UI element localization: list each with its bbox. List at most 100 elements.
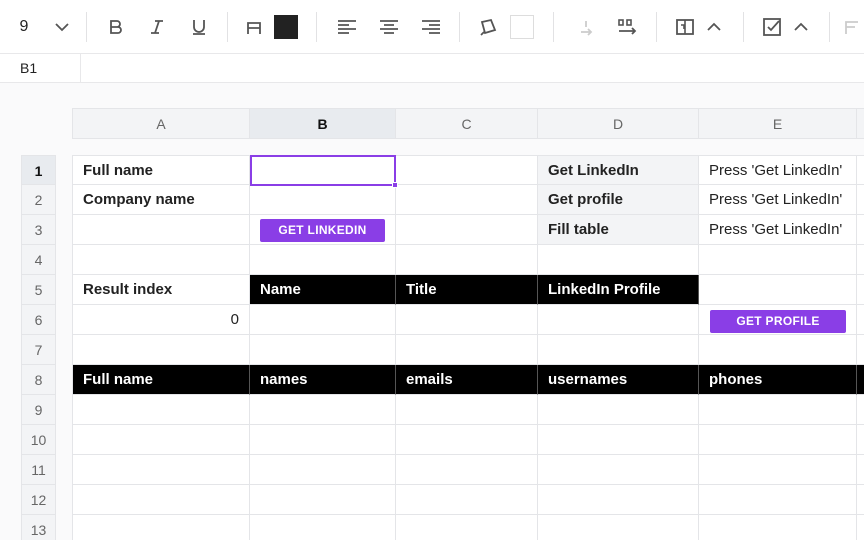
cell-b10[interactable]	[250, 425, 396, 455]
cell-d7[interactable]	[538, 335, 699, 365]
cell-c8[interactable]: emails	[396, 365, 538, 395]
checkbox-icon[interactable]	[758, 0, 786, 54]
border-color-swatch[interactable]	[509, 0, 535, 54]
cell-e7[interactable]	[699, 335, 857, 365]
cell-c6[interactable]	[396, 305, 538, 335]
cell-c5[interactable]: Title	[396, 275, 538, 305]
cell-c1[interactable]	[396, 155, 538, 185]
cell-d5[interactable]: LinkedIn Profile	[538, 275, 699, 305]
cell-d9[interactable]	[538, 395, 699, 425]
column-header-e[interactable]: E	[699, 108, 857, 139]
cell-a10[interactable]	[72, 425, 250, 455]
cell-f13[interactable]	[857, 515, 864, 540]
row-header-8[interactable]: 8	[21, 365, 56, 395]
cell-f1[interactable]	[857, 155, 864, 185]
row-header-5[interactable]: 5	[21, 275, 56, 305]
cell-a13[interactable]	[72, 515, 250, 540]
cell-d12[interactable]	[538, 485, 699, 515]
cell-f4[interactable]	[857, 245, 864, 275]
cell-e3[interactable]: Press 'Get LinkedIn'	[699, 215, 857, 245]
insert-row-icon[interactable]	[572, 0, 600, 54]
cell-f8[interactable]	[857, 365, 864, 395]
cell-c4[interactable]	[396, 245, 538, 275]
cell-b5[interactable]: Name	[250, 275, 396, 305]
cell-a7[interactable]	[72, 335, 250, 365]
cell-a12[interactable]	[72, 485, 250, 515]
cell-f11[interactable]	[857, 455, 864, 485]
paint-bucket-icon[interactable]	[474, 0, 502, 54]
cell-a9[interactable]	[72, 395, 250, 425]
cell-c10[interactable]	[396, 425, 538, 455]
cell-d13[interactable]	[538, 515, 699, 540]
font-size-value[interactable]: 9	[10, 0, 38, 54]
chevron-up-icon[interactable]	[788, 0, 814, 54]
cell-f3[interactable]	[857, 215, 864, 245]
cell-c3[interactable]	[396, 215, 538, 245]
column-header-a[interactable]: A	[72, 108, 250, 139]
cell-e10[interactable]	[699, 425, 857, 455]
cell-b11[interactable]	[250, 455, 396, 485]
cell-b9[interactable]	[250, 395, 396, 425]
cell-c12[interactable]	[396, 485, 538, 515]
row-header-1[interactable]: 1	[21, 155, 56, 185]
row-header-4[interactable]: 4	[21, 245, 56, 275]
row-header-6[interactable]: 6	[21, 305, 56, 335]
cell-d6[interactable]	[538, 305, 699, 335]
cell-f12[interactable]	[857, 485, 864, 515]
font-size-dropdown-icon[interactable]	[48, 0, 76, 54]
row-header-7[interactable]: 7	[21, 335, 56, 365]
row-header-2[interactable]: 2	[21, 185, 56, 215]
cell-f6[interactable]	[857, 305, 864, 335]
get-linkedin-button[interactable]: GET LINKEDIN	[260, 219, 385, 242]
cell-e4[interactable]	[699, 245, 857, 275]
cell-a4[interactable]	[72, 245, 250, 275]
cell-b6[interactable]	[250, 305, 396, 335]
cell-c11[interactable]	[396, 455, 538, 485]
cell-e11[interactable]	[699, 455, 857, 485]
row-header-13[interactable]: 13	[21, 515, 56, 540]
column-header-c[interactable]: C	[396, 108, 538, 139]
get-profile-button[interactable]: GET PROFILE	[710, 310, 846, 333]
row-header-12[interactable]: 12	[21, 485, 56, 515]
align-right-icon[interactable]	[417, 0, 445, 54]
cell-e9[interactable]	[699, 395, 857, 425]
cell-a8[interactable]: Full name	[72, 365, 250, 395]
cell-e8[interactable]: phones	[699, 365, 857, 395]
cell-b2[interactable]	[250, 185, 396, 215]
cell-c7[interactable]	[396, 335, 538, 365]
cell-d2[interactable]: Get profile	[538, 185, 699, 215]
cell-b13[interactable]	[250, 515, 396, 540]
align-center-icon[interactable]	[375, 0, 403, 54]
cell-d10[interactable]	[538, 425, 699, 455]
cell-c13[interactable]	[396, 515, 538, 540]
merge-cells-icon[interactable]	[671, 0, 699, 54]
fill-handle[interactable]	[392, 182, 398, 188]
cell-c2[interactable]	[396, 185, 538, 215]
cell-d1[interactable]: Get LinkedIn	[538, 155, 699, 185]
cell-f10[interactable]	[857, 425, 864, 455]
fill-color-swatch[interactable]	[273, 0, 299, 54]
cell-a11[interactable]	[72, 455, 250, 485]
chevron-up-icon[interactable]	[701, 0, 727, 54]
cell-e2[interactable]: Press 'Get LinkedIn'	[699, 185, 857, 215]
row-header-3[interactable]: 3	[21, 215, 56, 245]
cell-d11[interactable]	[538, 455, 699, 485]
cell-b7[interactable]	[250, 335, 396, 365]
align-left-icon[interactable]	[333, 0, 361, 54]
cell-b12[interactable]	[250, 485, 396, 515]
cell-f7[interactable]	[857, 335, 864, 365]
text-color-icon[interactable]	[240, 0, 268, 54]
text-format-icon[interactable]	[843, 0, 864, 54]
cell-a2[interactable]: Company name	[72, 185, 250, 215]
cell-d8[interactable]: usernames	[538, 365, 699, 395]
row-header-11[interactable]: 11	[21, 455, 56, 485]
cell-f9[interactable]	[857, 395, 864, 425]
row-header-10[interactable]: 10	[21, 425, 56, 455]
cell-c9[interactable]	[396, 395, 538, 425]
cell-e13[interactable]	[699, 515, 857, 540]
column-header-b[interactable]: B	[250, 108, 396, 139]
cell-b1[interactable]	[250, 155, 396, 185]
underline-icon[interactable]	[185, 0, 213, 54]
cell-a1[interactable]: Full name	[72, 155, 250, 185]
cell-d4[interactable]	[538, 245, 699, 275]
